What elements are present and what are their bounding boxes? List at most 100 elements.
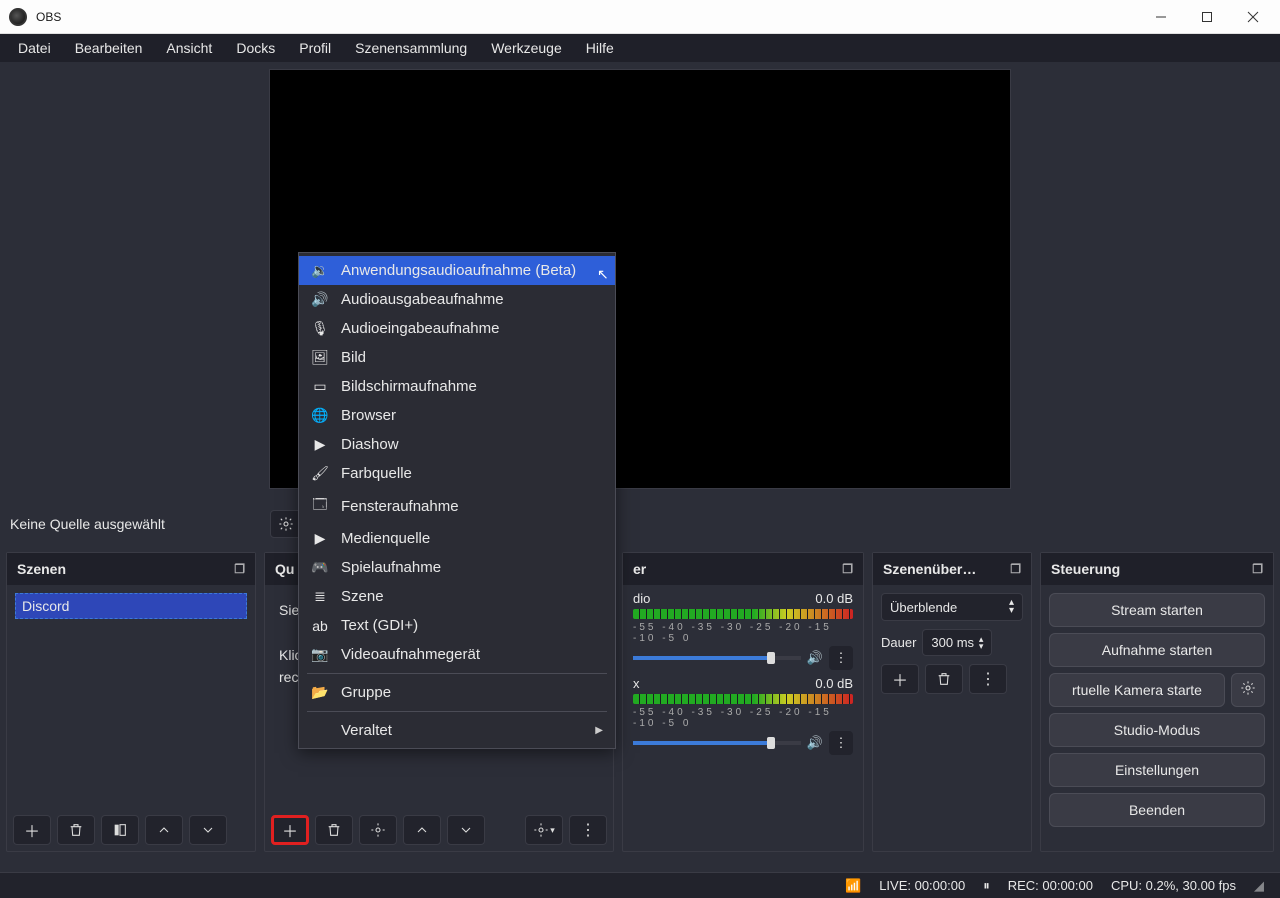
menu-item-diashow[interactable]: ▶Diashow — [299, 430, 615, 459]
pause-icon: ⏸ — [983, 878, 990, 894]
menu-item-videoaufnahmeger-t[interactable]: 📷 Videoaufnahmegerät — [299, 640, 615, 669]
dock-scenes: Szenen ❐ Discord ＋ — [6, 552, 256, 852]
dock-popout-icon[interactable]: ❐ — [234, 562, 245, 576]
scene-down-button[interactable] — [189, 815, 227, 845]
menu-item-label: Text (GDI+) — [341, 617, 418, 634]
menu-docks[interactable]: Docks — [226, 36, 285, 60]
menu-item-spielaufnahme[interactable]: 🎮Spielaufnahme — [299, 553, 615, 582]
virtual-camera-settings-button[interactable] — [1231, 673, 1265, 707]
menu-item-label: Audioeingabeaufnahme — [341, 320, 499, 337]
source-remove-button[interactable] — [315, 815, 353, 845]
mixer-channel: x 0.0 dB -55 -40 -35 -30 -25 -20 -15 -10… — [633, 676, 853, 755]
start-record-button[interactable]: Aufnahme starten — [1049, 633, 1265, 667]
play-icon: ▶ — [311, 530, 329, 547]
status-bar: 📶 LIVE: 00:00:00 ⏸ REC: 00:00:00 CPU: 0.… — [0, 872, 1280, 898]
scene-item[interactable]: Discord — [15, 593, 247, 619]
source-settings-button[interactable]: ▾ — [525, 815, 563, 845]
list-icon: ≣ — [311, 588, 329, 605]
menu-szenensammlung[interactable]: Szenensammlung — [345, 36, 477, 60]
menu-item-bild[interactable]: 🖼Bild — [299, 343, 615, 372]
transition-add-button[interactable]: ＋ — [881, 664, 919, 694]
menu-hilfe[interactable]: Hilfe — [576, 36, 624, 60]
dock-scenes-title: Szenen — [17, 561, 66, 577]
dock-audio-mixer: er ❐ dio 0.0 dB -55 -40 -35 -30 -25 -20 … — [622, 552, 864, 852]
menu-item-browser[interactable]: 🌐Browser — [299, 401, 615, 430]
menu-item-szene[interactable]: ≣Szene — [299, 582, 615, 611]
menu-item-gruppe[interactable]: 📂Gruppe — [299, 678, 615, 707]
menu-datei[interactable]: Datei — [8, 36, 61, 60]
virtual-camera-button[interactable]: rtuelle Kamera starte — [1049, 673, 1225, 707]
resize-grip-icon[interactable]: ◢ — [1254, 878, 1268, 894]
menu-item-anwendungsaudioaufnahme-beta-[interactable]: 🔉 Anwendungsaudioaufnahme (Beta) — [299, 256, 615, 285]
minimize-button[interactable] — [1138, 0, 1184, 34]
menu-item-veraltet[interactable]: Veraltet▶ — [299, 716, 615, 745]
menu-item-audioeingabeaufnahme[interactable]: 🎙 Audioeingabeaufnahme — [299, 314, 615, 343]
menu-item-bildschirmaufnahme[interactable]: ▭Bildschirmaufnahme — [299, 372, 615, 401]
mic-icon: 🎙 — [311, 320, 329, 337]
menu-item-label: Farbquelle — [341, 465, 412, 482]
mixer-ticks: -55 -40 -35 -30 -25 -20 -15 -10 -5 0 — [633, 622, 853, 644]
updown-icon: ▴▾ — [979, 636, 984, 650]
globe-icon: 🌐 — [311, 407, 329, 424]
transition-more-button[interactable]: ⋮ — [969, 664, 1007, 694]
maximize-button[interactable] — [1184, 0, 1230, 34]
transition-duration-input[interactable]: 300 ms ▴▾ — [922, 629, 992, 656]
source-toolbar: Keine Quelle ausgewählt E — [0, 496, 1280, 552]
transition-select[interactable]: Überblende ▴▾ — [881, 593, 1023, 621]
text-icon: ab — [311, 618, 329, 634]
studio-mode-button[interactable]: Studio-Modus — [1049, 713, 1265, 747]
scene-up-button[interactable] — [145, 815, 183, 845]
folder-icon: 📂 — [311, 684, 329, 701]
menu-item-text-gdi-[interactable]: ab Text (GDI+) — [299, 611, 615, 640]
mixer-channel-db: 0.0 dB — [815, 591, 853, 606]
menu-item-label: Spielaufnahme — [341, 559, 441, 576]
dock-popout-icon[interactable]: ❐ — [1252, 562, 1263, 576]
brush-icon: 🖌 — [311, 465, 329, 482]
mixer-meter — [633, 694, 853, 704]
app-audio-icon: 🔉 — [311, 262, 329, 279]
menu-item-farbquelle[interactable]: 🖌 Farbquelle — [299, 459, 615, 488]
menu-item-audioausgabeaufnahme[interactable]: 🔊Audioausgabeaufnahme — [299, 285, 615, 314]
source-down-button[interactable] — [447, 815, 485, 845]
image-icon: 🖼 — [311, 349, 329, 366]
play-icon: ▶ — [311, 436, 329, 453]
menu-bearbeiten[interactable]: Bearbeiten — [65, 36, 153, 60]
scene-filter-button[interactable] — [101, 815, 139, 845]
source-properties-button[interactable] — [359, 815, 397, 845]
mixer-channel-menu[interactable]: ⋮ — [829, 731, 853, 755]
camera-icon: 📷 — [311, 646, 329, 663]
source-more-button[interactable]: ⋮ — [569, 815, 607, 845]
status-live: LIVE: 00:00:00 — [879, 878, 965, 893]
mixer-volume-slider[interactable] — [633, 741, 801, 745]
menu-profil[interactable]: Profil — [289, 36, 341, 60]
transition-remove-button[interactable] — [925, 664, 963, 694]
speaker-icon[interactable]: 🔊 — [807, 650, 823, 666]
menu-item-label: Videoaufnahmegerät — [341, 646, 480, 663]
menu-item-label: Medienquelle — [341, 530, 430, 547]
start-stream-button[interactable]: Stream starten — [1049, 593, 1265, 627]
source-add-button[interactable]: ＋ — [271, 815, 309, 845]
menu-item-label: Veraltet — [341, 722, 392, 739]
source-up-button[interactable] — [403, 815, 441, 845]
menu-item-label: Bildschirmaufnahme — [341, 378, 477, 395]
add-source-menu: 🔉 Anwendungsaudioaufnahme (Beta) 🔊Audioaus… — [298, 252, 616, 749]
close-button[interactable] — [1230, 0, 1276, 34]
mixer-volume-slider[interactable] — [633, 656, 801, 660]
mixer-channel-menu[interactable]: ⋮ — [829, 646, 853, 670]
settings-button[interactable]: Einstellungen — [1049, 753, 1265, 787]
menu-item-label: Anwendungsaudioaufnahme (Beta) — [341, 262, 576, 279]
preview-area — [0, 62, 1280, 496]
scene-add-button[interactable]: ＋ — [13, 815, 51, 845]
scene-remove-button[interactable] — [57, 815, 95, 845]
menu-ansicht[interactable]: Ansicht — [156, 36, 222, 60]
menu-werkzeuge[interactable]: Werkzeuge — [481, 36, 572, 60]
mixer-ticks: -55 -40 -35 -30 -25 -20 -15 -10 -5 0 — [633, 707, 853, 729]
speaker-icon[interactable]: 🔊 — [807, 735, 823, 751]
dock-popout-icon[interactable]: ❐ — [1010, 562, 1021, 576]
dock-popout-icon[interactable]: ❐ — [842, 562, 853, 576]
dock-sources-title: Qu — [275, 561, 294, 577]
speaker-icon: 🔊 — [311, 291, 329, 308]
exit-button[interactable]: Beenden — [1049, 793, 1265, 827]
menu-item-fensteraufnahme[interactable]: 🗔Fensteraufnahme — [299, 488, 615, 524]
menu-item-medienquelle[interactable]: ▶ Medienquelle — [299, 524, 615, 553]
